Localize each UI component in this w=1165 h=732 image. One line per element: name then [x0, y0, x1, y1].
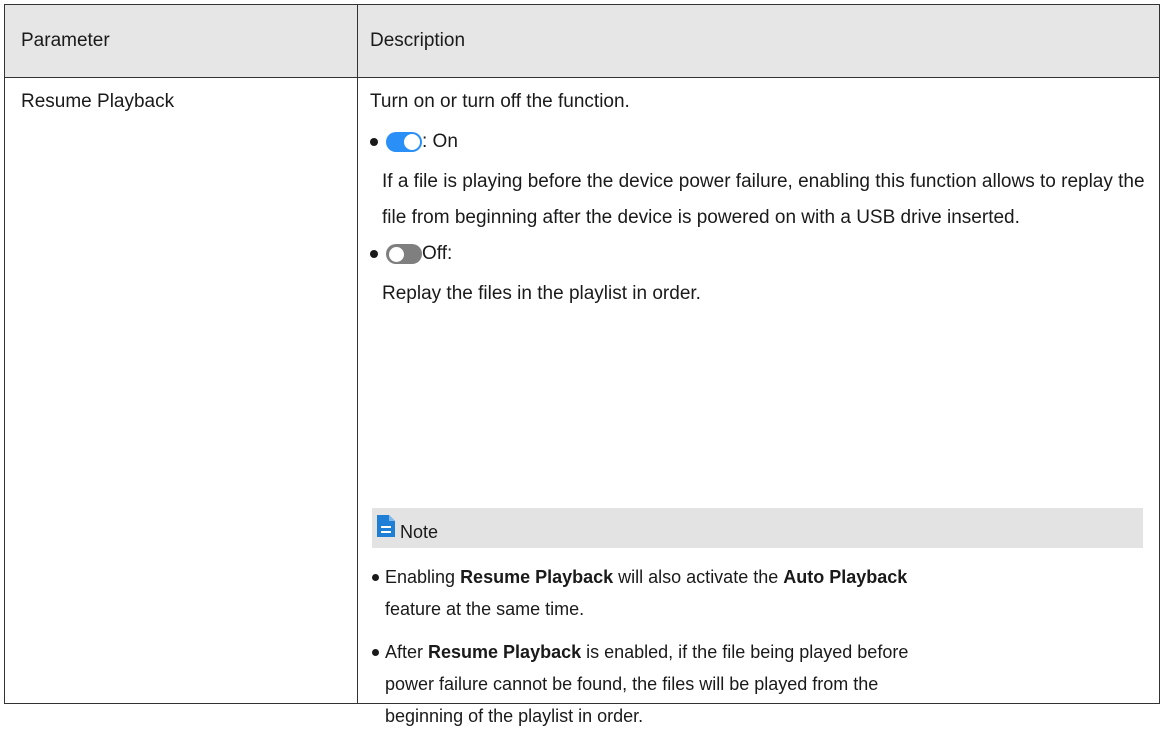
bullet-dot [370, 250, 378, 258]
on-option: : On [370, 128, 1145, 156]
note-item-1: Enabling Resume Playback will also activ… [372, 561, 1132, 625]
off-detail: Replay the files in the playlist in orde… [382, 283, 701, 304]
off-label: Off: [422, 243, 453, 264]
toggle-on-icon [386, 132, 422, 152]
bullet-dot [370, 138, 378, 146]
parameter-table: Parameter Description Resume Playback Tu… [4, 4, 1160, 726]
note-title: Note [400, 522, 439, 542]
toggle-off-icon [386, 244, 422, 264]
header-description: Description [370, 30, 466, 51]
note-banner: Note [372, 508, 1143, 548]
table-header: Parameter Description [5, 5, 1159, 78]
off-option: Off: [370, 240, 1145, 268]
header-parameter: Parameter [21, 30, 110, 51]
parameter-name: Resume Playback [21, 91, 175, 112]
note-item-2: After Resume Playback is enabled, if the… [372, 636, 1132, 732]
intro-text: Turn on or turn off the function. [370, 91, 630, 112]
on-label: : On [422, 131, 458, 152]
column-divider [357, 5, 358, 703]
description-cell: Turn on or turn off the function. : On I… [370, 88, 1145, 726]
on-detail: If a file is playing before the device p… [382, 171, 1145, 228]
note-document-icon [377, 515, 395, 537]
